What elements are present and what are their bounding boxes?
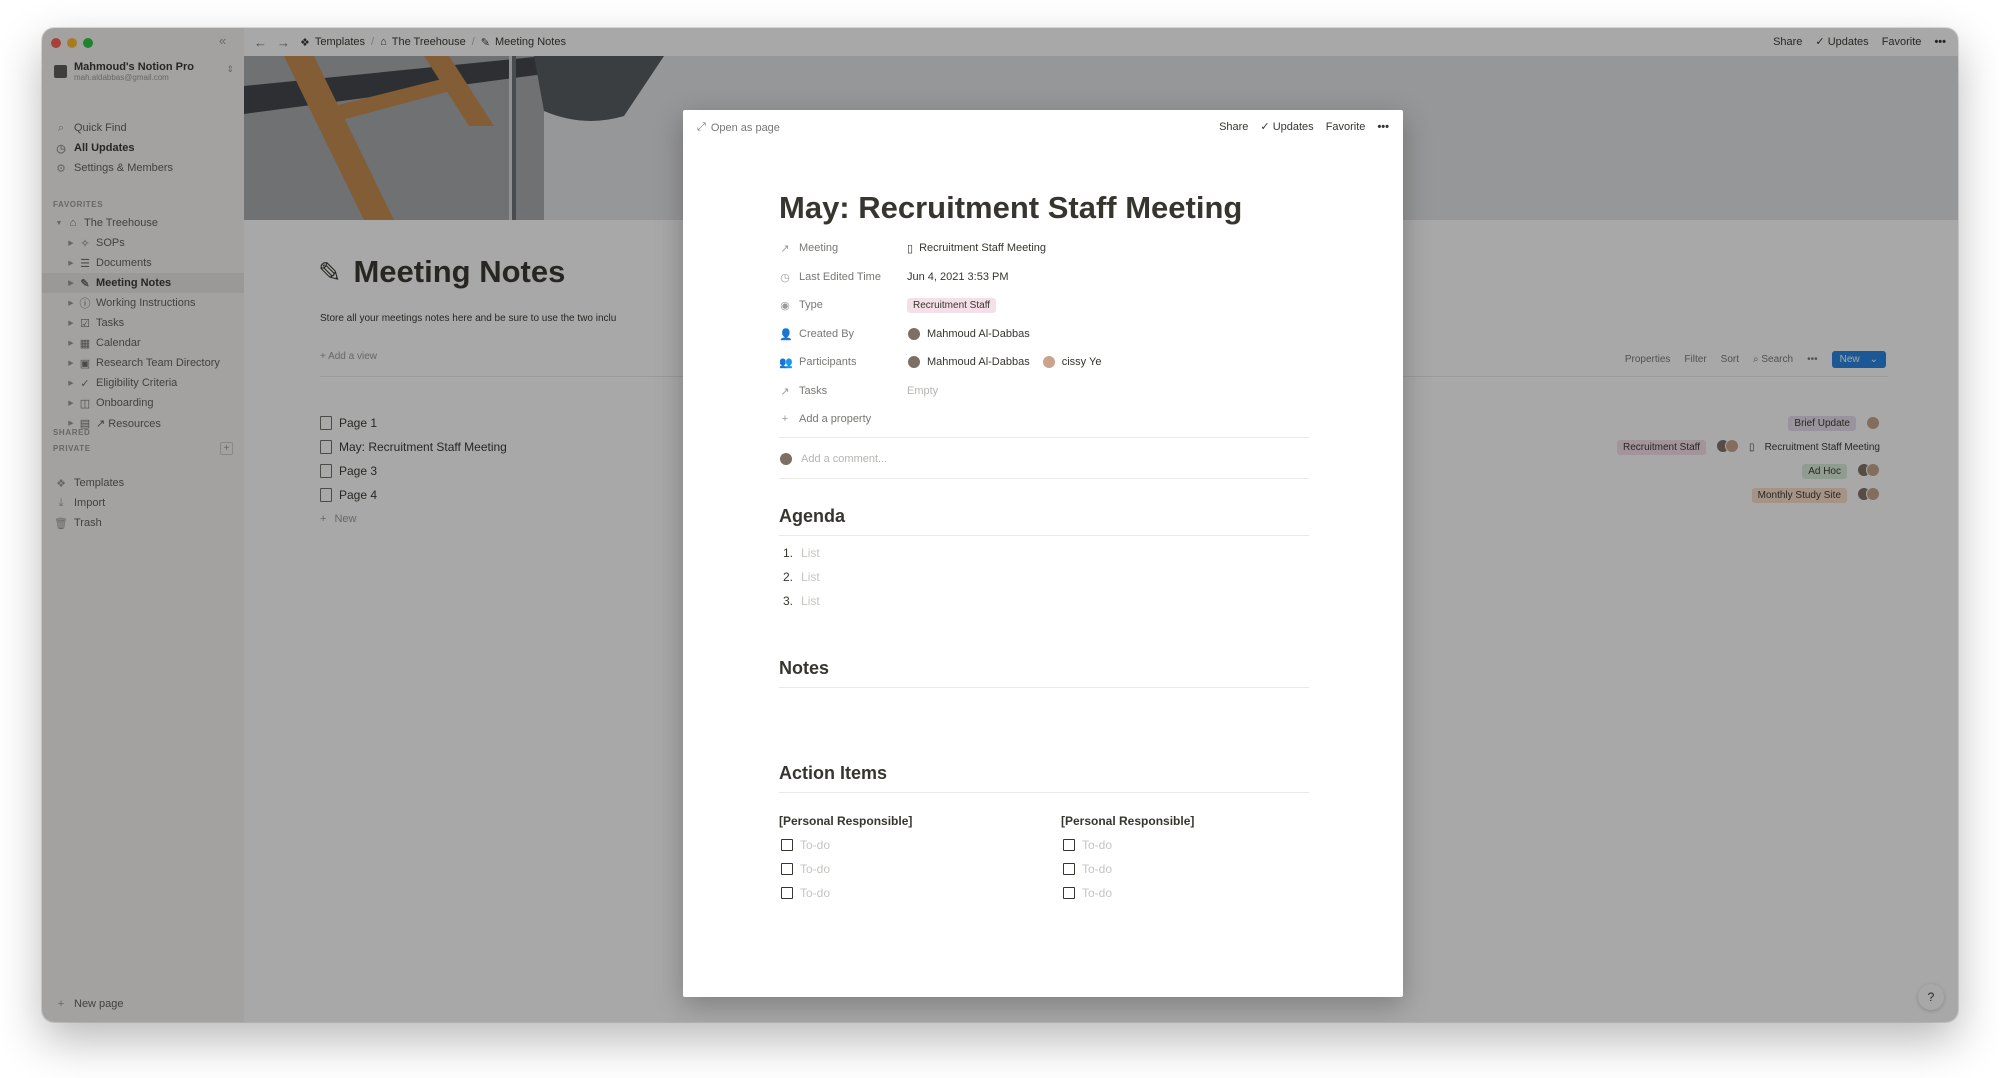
todo-item[interactable]: To-do — [781, 838, 830, 852]
property-value-empty[interactable]: Empty — [907, 385, 938, 397]
avatar — [907, 355, 921, 369]
list-number: 1. — [783, 546, 794, 560]
divider — [779, 535, 1309, 536]
relation-arrow-icon: ↗ — [780, 242, 790, 255]
expand-icon: ⤢ — [697, 121, 706, 133]
list-item[interactable]: 3. List — [783, 594, 820, 608]
todo-placeholder[interactable]: To-do — [1082, 838, 1112, 852]
select-icon: ◉ — [780, 299, 790, 312]
more-options-icon[interactable]: ••• — [1377, 121, 1389, 133]
avatar — [1041, 355, 1056, 369]
updates-label: Updates — [1272, 121, 1314, 133]
comment-placeholder[interactable]: Add a comment... — [801, 453, 887, 465]
todo-placeholder[interactable]: To-do — [1082, 886, 1112, 900]
avatar — [779, 452, 793, 466]
checkbox[interactable] — [781, 863, 793, 875]
list-number: 3. — [783, 594, 794, 608]
relation-arrow-icon: ↗ — [780, 385, 790, 398]
property-participants[interactable]: 👥 Participants Mahmoud Al-Dabbas cissy Ye — [779, 351, 1309, 373]
property-label: Last Edited Time — [799, 271, 881, 283]
property-meeting[interactable]: ↗ Meeting ▯ Recruitment Staff Meeting — [779, 237, 1309, 259]
open-as-page-button[interactable]: ⤢ Open as page — [697, 121, 780, 134]
todo-item[interactable]: To-do — [1063, 886, 1112, 900]
property-value: Jun 4, 2021 3:53 PM — [907, 271, 1009, 283]
divider — [779, 478, 1309, 479]
app-window: « Mahmoud's Notion Pro mah.aldabbas@gmai… — [42, 28, 1958, 1022]
list-placeholder[interactable]: List — [801, 546, 820, 560]
checkbox[interactable] — [1063, 863, 1075, 875]
property-label: Type — [799, 299, 823, 311]
type-tag[interactable]: Recruitment Staff — [907, 297, 997, 313]
property-value: Mahmoud Al-Dabbas — [927, 328, 1030, 340]
add-property-button[interactable]: + Add a property — [779, 408, 1309, 430]
property-value[interactable]: Recruitment Staff Meeting — [919, 242, 1046, 254]
todo-placeholder[interactable]: To-do — [1082, 862, 1112, 876]
action-items-heading[interactable]: Action Items — [779, 763, 887, 784]
todo-placeholder[interactable]: To-do — [800, 886, 830, 900]
property-label: Participants — [799, 356, 857, 368]
responsible-heading-right[interactable]: [Personal Responsible] — [1061, 814, 1194, 828]
checkbox[interactable] — [1063, 887, 1075, 899]
document-icon: ▯ — [907, 242, 914, 255]
property-created-by[interactable]: 👤 Created By Mahmoud Al-Dabbas — [779, 323, 1309, 345]
check-icon: ✓ — [1260, 121, 1273, 133]
property-last-edited[interactable]: ◷ Last Edited Time Jun 4, 2021 3:53 PM — [779, 266, 1309, 288]
avatar — [907, 327, 921, 341]
property-label: Tasks — [799, 385, 828, 397]
list-number: 2. — [783, 570, 794, 584]
responsible-heading-left[interactable]: [Personal Responsible] — [779, 814, 912, 828]
todo-item[interactable]: To-do — [1063, 838, 1112, 852]
modal-page-title[interactable]: May: Recruitment Staff Meeting — [779, 190, 1242, 226]
list-placeholder[interactable]: List — [801, 570, 820, 584]
divider — [779, 437, 1309, 438]
share-button[interactable]: Share — [1219, 121, 1248, 133]
divider — [779, 792, 1309, 793]
list-item[interactable]: 1. List — [783, 546, 820, 560]
open-as-page-label: Open as page — [710, 121, 780, 134]
people-icon: 👥 — [779, 356, 793, 369]
plus-icon: + — [781, 413, 789, 425]
updates-button[interactable]: ✓ Updates — [1260, 120, 1313, 133]
property-label: Meeting — [799, 242, 839, 254]
property-type[interactable]: ◉ Type Recruitment Staff — [779, 294, 1309, 316]
checkbox[interactable] — [781, 887, 793, 899]
clock-icon: ◷ — [780, 271, 790, 284]
todo-placeholder[interactable]: To-do — [800, 862, 830, 876]
list-placeholder[interactable]: List — [801, 594, 820, 608]
page-peek-modal: ⤢ Open as page Share ✓ Updates Favorite … — [683, 110, 1403, 997]
todo-item[interactable]: To-do — [781, 886, 830, 900]
property-tasks[interactable]: ↗ Tasks Empty — [779, 380, 1309, 402]
todo-item[interactable]: To-do — [781, 862, 830, 876]
property-label: Created By — [799, 328, 855, 340]
todo-item[interactable]: To-do — [1063, 862, 1112, 876]
comment-input[interactable]: Add a comment... — [779, 448, 1309, 470]
modal-actions: Share ✓ Updates Favorite ••• — [1219, 120, 1389, 134]
todo-placeholder[interactable]: To-do — [800, 838, 830, 852]
notes-heading[interactable]: Notes — [779, 658, 829, 679]
add-property-label: Add a property — [799, 413, 872, 425]
person-icon: 👤 — [779, 328, 793, 341]
favorite-button[interactable]: Favorite — [1326, 121, 1366, 133]
participant-name[interactable]: cissy Ye — [1062, 356, 1102, 368]
participant-name[interactable]: Mahmoud Al-Dabbas — [927, 356, 1030, 368]
agenda-heading[interactable]: Agenda — [779, 506, 845, 527]
divider — [779, 687, 1309, 688]
checkbox[interactable] — [781, 839, 793, 851]
list-item[interactable]: 2. List — [783, 570, 820, 584]
checkbox[interactable] — [1063, 839, 1075, 851]
